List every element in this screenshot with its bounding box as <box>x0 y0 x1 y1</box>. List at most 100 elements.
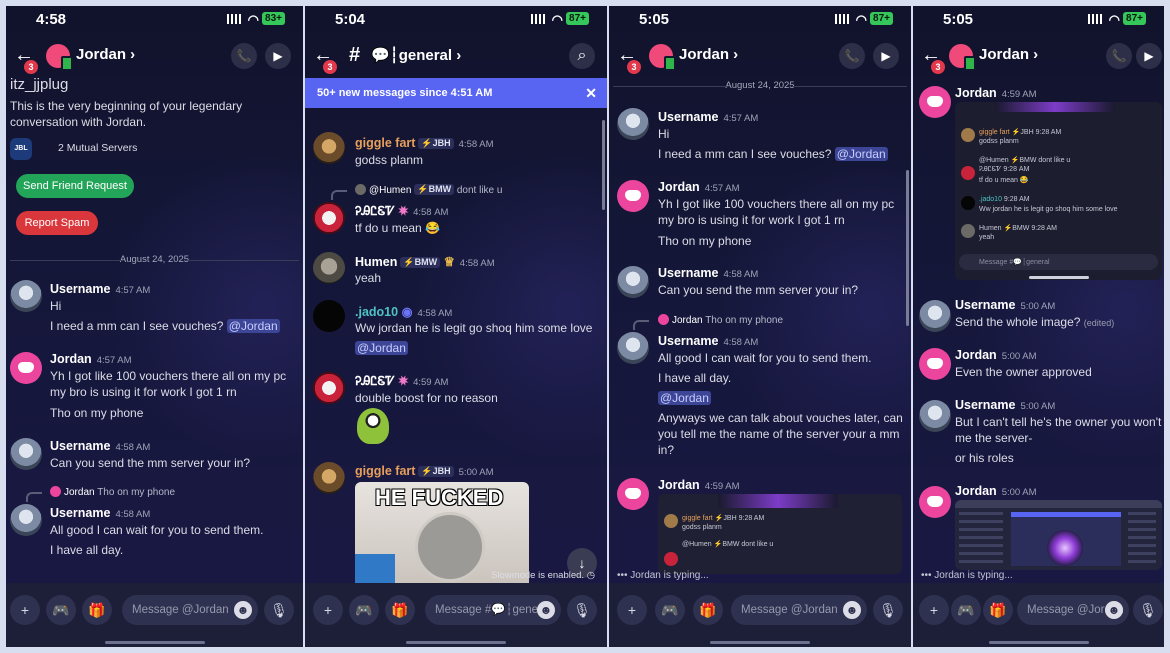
channel-title[interactable]: 💬┆general › <box>371 46 461 64</box>
add-icon[interactable]: + <box>10 595 40 625</box>
message-input[interactable]: Message #💬┆general ☻ <box>425 595 561 625</box>
message-list[interactable]: August 24, 2025 Username 4:57 AM Hi I nee… <box>609 78 911 583</box>
message-author[interactable]: ᎮᎯᏝᏋᏤ ✸ 4:58 AM <box>355 204 448 219</box>
emoji-icon[interactable]: ☻ <box>1105 601 1123 619</box>
avatar[interactable] <box>919 348 951 380</box>
message-input[interactable]: Message @Jordan ☻ <box>122 595 258 625</box>
avatar[interactable] <box>919 486 951 518</box>
gamepad-icon[interactable]: 🎮 <box>655 595 685 625</box>
screenshot-attachment[interactable]: giggle fart ⚡JBH 9:28 AM godss planm @Hu… <box>955 102 1162 280</box>
message-author[interactable]: Username 4:57 AM <box>658 110 758 124</box>
dm-title[interactable]: Jordan › <box>679 46 738 63</box>
screenshot-attachment[interactable]: giggle fart ⚡JBH 9:28 AM godss planm @Hu… <box>658 494 902 574</box>
avatar[interactable] <box>46 44 73 71</box>
mic-icon[interactable]: 🎙 <box>264 595 294 625</box>
message-author[interactable]: Username 4:58 AM <box>658 266 758 280</box>
message-author[interactable]: .jado10 ◉ 4:58 AM <box>355 304 452 319</box>
search-icon[interactable]: ⌕ <box>569 43 595 69</box>
message-list[interactable]: Jordan 4:59 AM giggle fart ⚡JBH 9:28 AM g… <box>913 78 1164 583</box>
video-icon[interactable]: ▶ <box>265 43 291 69</box>
message-author[interactable]: ᎮᎯᏝᏋᏤ ✸ 4:59 AM <box>355 374 448 389</box>
avatar[interactable] <box>617 266 649 298</box>
scrollbar[interactable] <box>602 120 605 210</box>
gift-icon[interactable]: 🎁 <box>385 595 415 625</box>
mention-jordan[interactable]: @Jordan <box>226 319 280 333</box>
message-author[interactable]: Username 5:00 AM <box>955 298 1055 312</box>
message-author[interactable]: Jordan 4:57 AM <box>658 180 740 194</box>
send-friend-request-button[interactable]: Send Friend Request <box>16 174 134 198</box>
avatar[interactable] <box>617 478 649 510</box>
avatar[interactable] <box>10 504 42 536</box>
message-input[interactable]: Message @Jordan ☻ <box>731 595 867 625</box>
report-spam-button[interactable]: Report Spam <box>16 211 98 235</box>
avatar[interactable] <box>919 400 951 432</box>
mutual-servers[interactable]: 2 Mutual Servers <box>58 140 137 156</box>
reply-preview[interactable]: Jordan Tho on my phone <box>658 314 783 326</box>
call-icon[interactable]: 📞 <box>839 43 865 69</box>
avatar[interactable] <box>313 252 345 284</box>
add-icon[interactable]: + <box>313 595 343 625</box>
gift-icon[interactable]: 🎁 <box>983 595 1013 625</box>
video-icon[interactable]: ▶ <box>873 43 899 69</box>
reply-preview[interactable]: Jordan Tho on my phone <box>50 486 175 498</box>
add-icon[interactable]: + <box>919 595 949 625</box>
message-author[interactable]: Username 5:00 AM <box>955 398 1055 412</box>
mention-jordan[interactable]: @Jordan <box>355 341 408 355</box>
message-list[interactable]: itz_jjplug This is the very beginning of… <box>6 78 303 583</box>
message-author[interactable]: giggle fart ⚡JBH 5:00 AM <box>355 464 494 478</box>
screenshot-attachment[interactable] <box>955 500 1162 570</box>
dm-title[interactable]: Jordan › <box>76 46 135 63</box>
mic-icon[interactable]: 🎙 <box>567 595 597 625</box>
message-list[interactable]: giggle fart ⚡JBH 4:58 AM godss planm @Hume… <box>305 110 607 583</box>
gamepad-icon[interactable]: 🎮 <box>951 595 981 625</box>
message-author[interactable]: Username 4:58 AM <box>50 506 150 520</box>
avatar[interactable] <box>949 44 976 71</box>
mention-jordan[interactable]: @Jordan <box>834 147 888 161</box>
avatar[interactable] <box>313 300 345 332</box>
message-author[interactable]: Username 4:58 AM <box>658 334 758 348</box>
message-author[interactable]: Jordan 5:00 AM <box>955 484 1037 498</box>
gamepad-icon[interactable]: 🎮 <box>46 595 76 625</box>
sticker-image[interactable] <box>357 408 389 444</box>
avatar[interactable] <box>919 86 951 118</box>
emoji-icon[interactable]: ☻ <box>234 601 252 619</box>
avatar[interactable] <box>10 438 42 470</box>
avatar[interactable] <box>649 44 676 71</box>
message-author[interactable]: Humen ⚡BMW ♕ 4:58 AM <box>355 254 495 269</box>
new-messages-banner[interactable]: 50+ new messages since 4:51 AM ✕ <box>305 78 607 108</box>
scrollbar[interactable] <box>906 170 909 326</box>
message-author[interactable]: Username 4:58 AM <box>50 439 150 453</box>
avatar[interactable] <box>313 462 345 494</box>
message-author[interactable]: Jordan 4:59 AM <box>955 86 1037 100</box>
message-author[interactable]: Jordan 5:00 AM <box>955 348 1037 362</box>
avatar[interactable] <box>313 372 345 404</box>
message-author[interactable]: Jordan 4:57 AM <box>50 352 132 366</box>
avatar[interactable] <box>617 108 649 140</box>
meme-image[interactable]: HE FUCKED <box>355 482 529 583</box>
avatar[interactable] <box>10 280 42 312</box>
reply-preview[interactable]: @Humen ⚡BMW dont like u <box>355 184 502 196</box>
emoji-icon[interactable]: ☻ <box>537 601 555 619</box>
avatar[interactable] <box>617 180 649 212</box>
gift-icon[interactable]: 🎁 <box>82 595 112 625</box>
message-input[interactable]: Message @Jordan ☻ <box>1017 595 1129 625</box>
message-author[interactable]: Username 4:57 AM <box>50 282 150 296</box>
call-icon[interactable]: 📞 <box>1106 43 1132 69</box>
avatar[interactable] <box>617 332 649 364</box>
dm-title[interactable]: Jordan › <box>979 46 1038 63</box>
message-author[interactable]: Jordan 4:59 AM <box>658 478 740 492</box>
gift-icon[interactable]: 🎁 <box>693 595 723 625</box>
mic-icon[interactable]: 🎙 <box>1133 595 1163 625</box>
avatar[interactable] <box>10 352 42 384</box>
avatar[interactable] <box>313 132 345 164</box>
mention-jordan[interactable]: @Jordan <box>658 391 711 405</box>
avatar[interactable] <box>919 300 951 332</box>
close-icon[interactable]: ✕ <box>585 78 597 108</box>
add-icon[interactable]: + <box>617 595 647 625</box>
message-author[interactable]: giggle fart ⚡JBH 4:58 AM <box>355 136 494 150</box>
video-icon[interactable]: ▶ <box>1136 43 1162 69</box>
emoji-icon[interactable]: ☻ <box>843 601 861 619</box>
mic-icon[interactable]: 🎙 <box>873 595 903 625</box>
call-icon[interactable]: 📞 <box>231 43 257 69</box>
gamepad-icon[interactable]: 🎮 <box>349 595 379 625</box>
